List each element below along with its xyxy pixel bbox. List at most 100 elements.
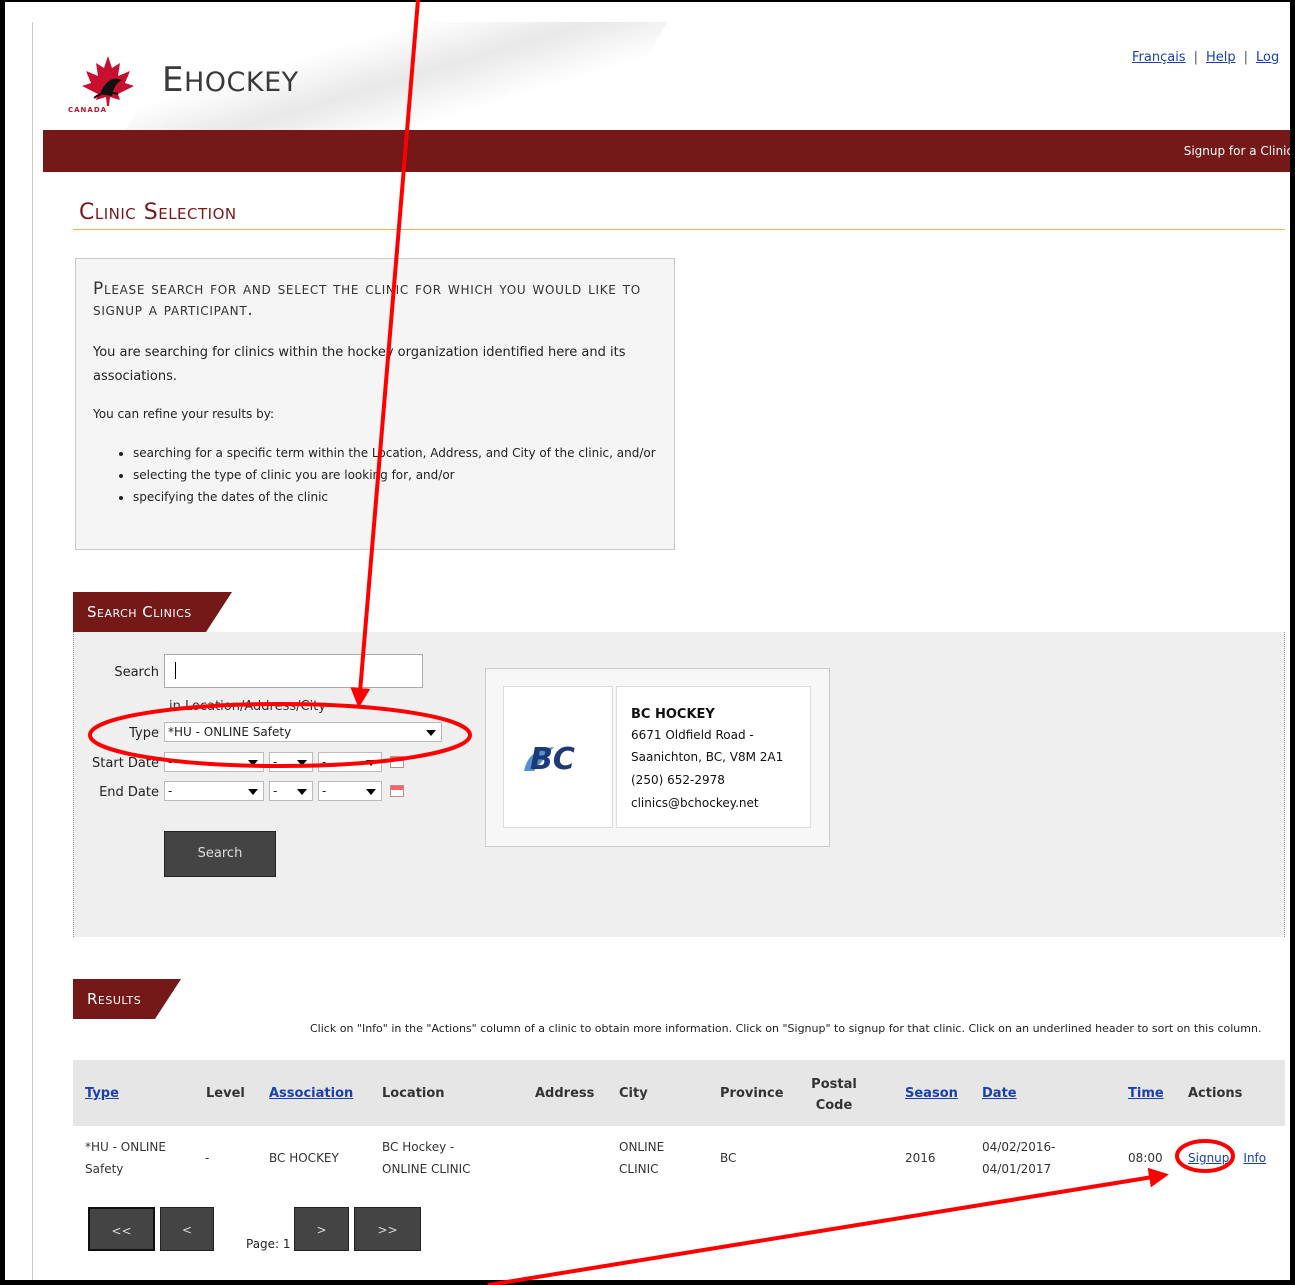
org-info-cell: BC HOCKEY 6671 Oldfield Road - Saanichto… bbox=[616, 686, 811, 828]
cell-date-line-1: 04/02/2016- bbox=[982, 1140, 1056, 1154]
end-date-label: End Date bbox=[99, 785, 159, 800]
results-table-header bbox=[73, 1060, 1285, 1126]
column-header-type[interactable]: Type bbox=[85, 1086, 119, 1101]
list-item: specifying the dates of the clinic bbox=[133, 486, 656, 508]
org-phone: (250) 652-2978 bbox=[631, 773, 725, 787]
end-year-select[interactable]: - bbox=[164, 781, 264, 801]
postal-line-2: Code bbox=[815, 1098, 853, 1113]
title-divider bbox=[73, 229, 1285, 230]
bc-hockey-logo-icon: BC bbox=[524, 742, 575, 777]
end-year-value: - bbox=[168, 784, 173, 798]
brand-prefix: E bbox=[162, 60, 184, 100]
search-clinics-tab: Search Clinics bbox=[73, 592, 232, 632]
chevron-down-icon bbox=[366, 789, 376, 795]
top-links: Français | Help | Log bbox=[1132, 50, 1280, 65]
cell-actions: Signup Info bbox=[1188, 1147, 1266, 1169]
list-item: searching for a specific term within the… bbox=[133, 442, 656, 464]
end-day-select[interactable]: - bbox=[318, 781, 382, 801]
start-year-value: - bbox=[168, 755, 173, 769]
column-header-actions: Actions bbox=[1188, 1086, 1243, 1101]
start-month-select[interactable]: - bbox=[269, 752, 313, 772]
chevron-down-icon bbox=[248, 789, 258, 795]
column-header-location: Location bbox=[382, 1086, 445, 1101]
column-header-postal-code: Postal Code bbox=[809, 1074, 859, 1116]
cell-date-line-2: 04/01/2017 bbox=[982, 1162, 1052, 1176]
instructions-text: You are searching for clinics within the… bbox=[93, 345, 626, 384]
info-link[interactable]: Info bbox=[1243, 1151, 1266, 1165]
organization-card: BC BC HOCKEY 6671 Oldfield Road - Saanic… bbox=[485, 668, 830, 847]
last-page-button[interactable]: >> bbox=[354, 1207, 421, 1251]
cell-city: ONLINE CLINIC bbox=[619, 1136, 664, 1180]
signup-link[interactable]: Signup bbox=[1188, 1151, 1229, 1165]
cell-level: - bbox=[205, 1151, 210, 1165]
chevron-down-icon bbox=[426, 730, 436, 736]
org-email: clinics@bchockey.net bbox=[631, 796, 759, 810]
screenshot-frame: CANADA EHOCKEY Français | Help | Log Signup … bbox=[0, 0, 1295, 1285]
search-button[interactable]: Search bbox=[164, 831, 276, 877]
calendar-icon[interactable] bbox=[390, 756, 404, 768]
start-month-value: - bbox=[273, 755, 278, 769]
org-name: BC HOCKEY bbox=[631, 707, 715, 722]
column-header-level: Level bbox=[206, 1086, 245, 1101]
instructions-box: Please search for and select the clinic … bbox=[75, 258, 675, 550]
type-label: Type bbox=[129, 726, 159, 741]
chevron-down-icon bbox=[248, 760, 258, 766]
column-header-province: Province bbox=[720, 1086, 784, 1101]
start-day-select[interactable]: - bbox=[318, 752, 382, 772]
cell-city-line-1: ONLINE bbox=[619, 1140, 665, 1154]
chevron-down-icon bbox=[297, 760, 307, 766]
column-header-association[interactable]: Association bbox=[269, 1086, 353, 1101]
hockey-canada-logo-icon bbox=[82, 56, 134, 106]
search-hint: in Location/Address/City bbox=[169, 699, 326, 714]
francais-link[interactable]: Français bbox=[1132, 50, 1186, 65]
cell-type-line-2: Safety bbox=[85, 1162, 124, 1176]
nav-bar: Signup for a Clinic bbox=[43, 130, 1290, 172]
column-header-city: City bbox=[619, 1086, 648, 1101]
cell-location: BC Hockey - ONLINE CLINIC bbox=[382, 1136, 471, 1180]
bc-logo-text: BC bbox=[530, 742, 575, 777]
type-select[interactable]: *HU - ONLINE Safety bbox=[164, 722, 442, 742]
text-cursor bbox=[175, 662, 176, 679]
postal-line-1: Postal bbox=[811, 1077, 857, 1092]
start-date-label: Start Date bbox=[92, 756, 159, 771]
type-select-value: *HU - ONLINE Safety bbox=[168, 725, 292, 739]
refine-text: You can refine your results by: bbox=[93, 407, 274, 421]
results-tab: Results bbox=[73, 979, 182, 1019]
logout-link[interactable]: Log bbox=[1256, 50, 1279, 65]
cell-type-line-1: *HU - ONLINE bbox=[85, 1140, 166, 1154]
chevron-down-icon bbox=[366, 760, 376, 766]
breadcrumb[interactable]: Signup for a Clinic bbox=[1184, 144, 1290, 158]
cell-type: *HU - ONLINE Safety bbox=[85, 1136, 166, 1180]
column-header-season[interactable]: Season bbox=[905, 1086, 958, 1101]
help-link[interactable]: Help bbox=[1206, 50, 1236, 65]
instructions-heading: Please search for and select the clinic … bbox=[93, 279, 641, 320]
cell-season: 2016 bbox=[905, 1151, 936, 1165]
cell-location-line-2: ONLINE CLINIC bbox=[382, 1162, 471, 1176]
org-address-2: Saanichton, BC, V8M 2A1 bbox=[631, 750, 784, 764]
end-month-select[interactable]: - bbox=[269, 781, 313, 801]
end-day-value: - bbox=[322, 784, 327, 798]
cell-province: BC bbox=[720, 1151, 737, 1165]
browser-page: CANADA EHOCKEY Français | Help | Log Signup … bbox=[32, 22, 1290, 1280]
calendar-icon[interactable] bbox=[390, 785, 404, 797]
cell-time: 08:00 bbox=[1128, 1151, 1163, 1165]
org-address-1: 6671 Oldfield Road - bbox=[631, 728, 754, 742]
start-day-value: - bbox=[322, 755, 327, 769]
cell-association: BC HOCKEY bbox=[269, 1151, 339, 1165]
column-header-address: Address bbox=[535, 1086, 595, 1101]
brand-wordmark: EHOCKEY bbox=[162, 60, 299, 100]
start-year-select[interactable]: - bbox=[164, 752, 264, 772]
results-instructions: Click on "Info" in the "Actions" column … bbox=[310, 1022, 1262, 1035]
column-header-date[interactable]: Date bbox=[982, 1086, 1017, 1101]
logo-caption: CANADA bbox=[68, 106, 108, 114]
org-logo-cell: BC bbox=[503, 686, 613, 828]
brand-rest: HOCKEY bbox=[183, 67, 299, 98]
first-page-button[interactable]: << bbox=[88, 1207, 155, 1251]
page-title: Clinic Selection bbox=[79, 200, 237, 225]
search-input[interactable] bbox=[164, 654, 423, 688]
next-page-button[interactable]: > bbox=[294, 1207, 349, 1251]
previous-page-button[interactable]: < bbox=[160, 1207, 214, 1251]
column-header-time[interactable]: Time bbox=[1128, 1086, 1164, 1101]
chevron-down-icon bbox=[297, 789, 307, 795]
cell-city-line-2: CLINIC bbox=[619, 1162, 659, 1176]
